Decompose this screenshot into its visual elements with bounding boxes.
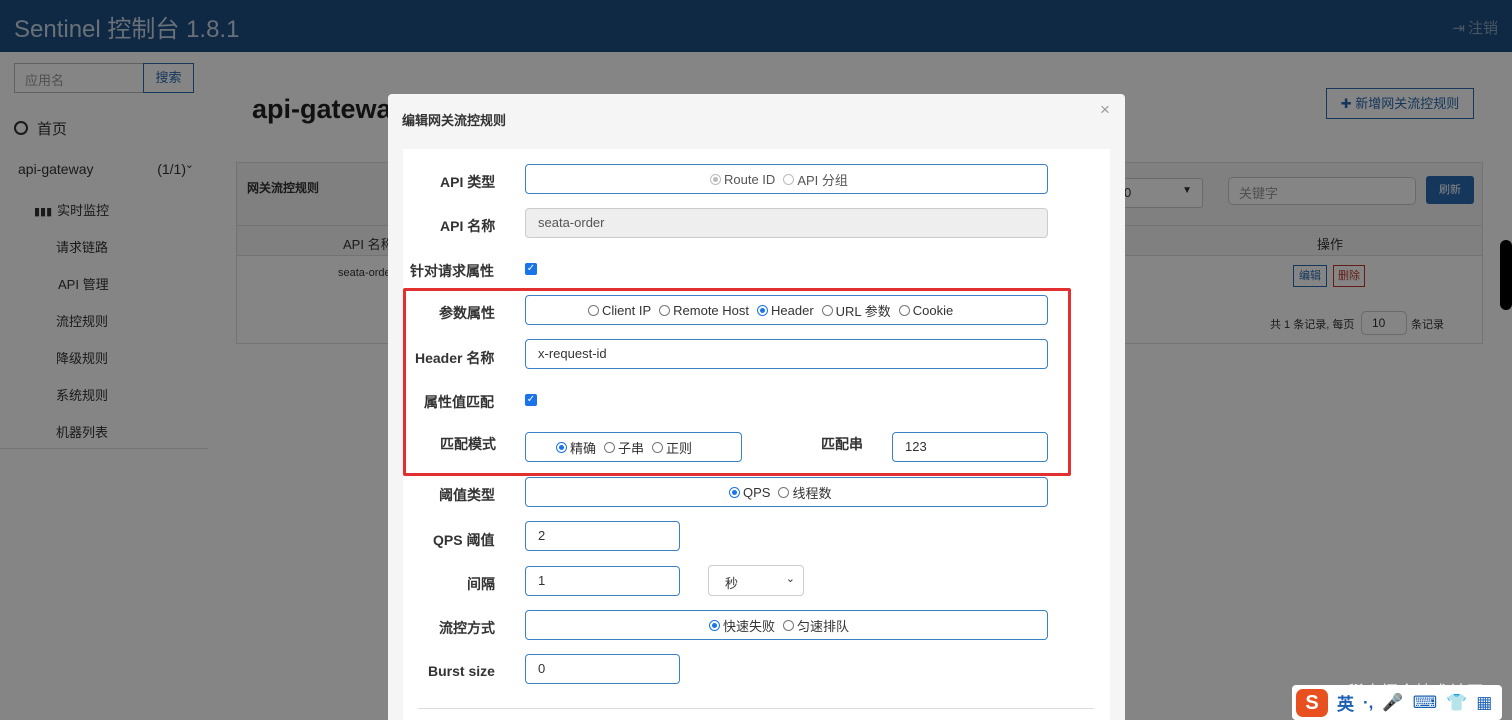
api-name-label: API 名称 bbox=[440, 218, 496, 234]
radio-button-icon bbox=[709, 619, 720, 631]
radio-thread-count[interactable]: 线程数 bbox=[778, 483, 831, 502]
dialog-divider bbox=[418, 708, 1094, 709]
threshold-type-radio-group: QPS 线程数 bbox=[525, 477, 1048, 507]
qps-threshold-value: 2 bbox=[538, 528, 546, 543]
radio-label: 快速失败 bbox=[723, 618, 776, 634]
burst-size-input[interactable]: 0 bbox=[525, 654, 680, 684]
microphone-icon[interactable]: 🎤 bbox=[1382, 693, 1403, 713]
chevron-down-icon: ⌄ bbox=[785, 573, 795, 585]
radio-qps[interactable]: QPS bbox=[729, 485, 770, 500]
radio-button-icon bbox=[710, 173, 721, 185]
control-behavior-radio-group: 快速失败 匀速排队 bbox=[525, 610, 1048, 640]
close-icon[interactable]: × bbox=[1100, 100, 1110, 120]
radio-route-id[interactable]: Route ID bbox=[710, 172, 775, 187]
ime-toolbar[interactable]: S 英 ·, 🎤 ⌨ 👕 ▦ bbox=[1292, 685, 1502, 720]
page-scrollbar[interactable] bbox=[1500, 240, 1512, 310]
radio-api-group[interactable]: API 分组 bbox=[783, 170, 848, 189]
api-name-field: seata-order bbox=[525, 208, 1048, 238]
request-attr-checkbox[interactable]: ✓ bbox=[525, 263, 537, 275]
toolbox-icon[interactable]: ▦ bbox=[1476, 693, 1492, 713]
interval-unit-select[interactable]: 秒 ⌄ bbox=[708, 565, 804, 596]
ime-lang-toggle[interactable]: 英 bbox=[1337, 690, 1354, 715]
qps-threshold-input[interactable]: 2 bbox=[525, 521, 680, 551]
punctuation-icon[interactable]: ·, bbox=[1363, 693, 1373, 713]
api-type-radio-group: Route ID API 分组 bbox=[525, 164, 1048, 194]
interval-value: 1 bbox=[538, 573, 546, 588]
qps-threshold-label: QPS 阈值 bbox=[433, 532, 495, 548]
radio-button-icon bbox=[783, 173, 795, 185]
interval-input[interactable]: 1 bbox=[525, 566, 680, 596]
radio-label: Route ID bbox=[724, 171, 776, 187]
threshold-type-label: 阈值类型 bbox=[439, 487, 495, 503]
api-type-label: API 类型 bbox=[440, 174, 496, 190]
control-behavior-label: 流控方式 bbox=[439, 620, 495, 636]
burst-size-label: Burst size bbox=[428, 663, 495, 679]
request-attr-label: 针对请求属性 bbox=[410, 263, 494, 279]
radio-label: API 分组 bbox=[797, 172, 848, 188]
radio-button-icon bbox=[783, 619, 795, 631]
radio-label: 匀速排队 bbox=[797, 618, 850, 634]
radio-rate-limiter[interactable]: 匀速排队 bbox=[783, 616, 849, 635]
radio-label: 线程数 bbox=[792, 485, 832, 501]
interval-unit-value: 秒 bbox=[725, 576, 739, 591]
radio-button-icon bbox=[729, 486, 740, 498]
radio-button-icon bbox=[778, 486, 790, 498]
interval-label: 间隔 bbox=[467, 576, 495, 592]
api-name-value: seata-order bbox=[538, 215, 605, 230]
sogou-logo-icon: S bbox=[1296, 688, 1328, 717]
keyboard-icon[interactable]: ⌨ bbox=[1413, 693, 1438, 713]
dialog-title: 编辑网关流控规则 bbox=[402, 113, 507, 128]
skin-icon[interactable]: 👕 bbox=[1446, 693, 1467, 713]
radio-label: QPS bbox=[743, 484, 771, 500]
radio-fast-fail[interactable]: 快速失败 bbox=[709, 616, 775, 635]
burst-size-value: 0 bbox=[538, 661, 546, 676]
highlight-box bbox=[403, 288, 1071, 476]
